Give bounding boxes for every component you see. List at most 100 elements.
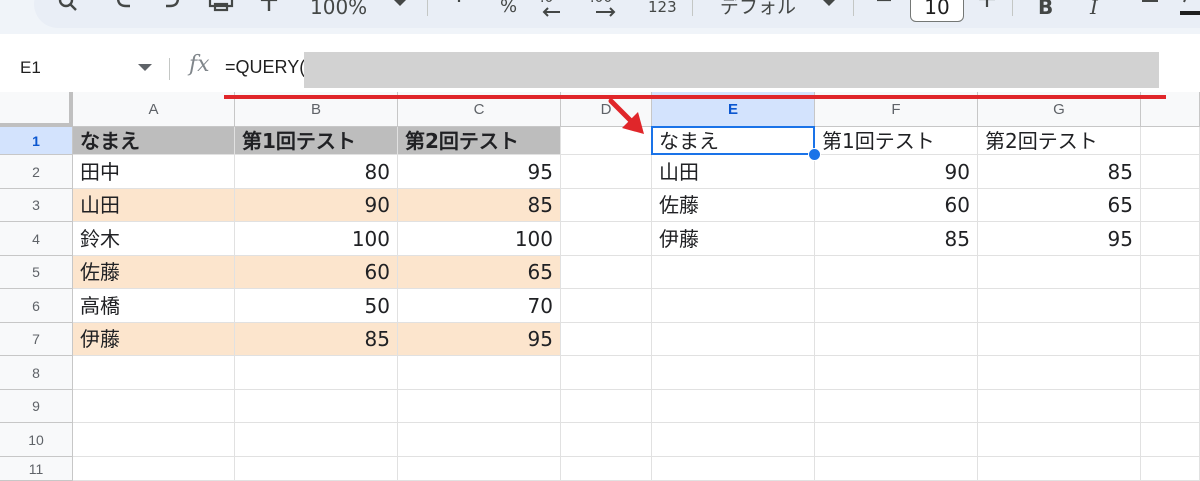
- source-cell[interactable]: 田中: [73, 155, 235, 189]
- cell[interactable]: [652, 390, 815, 423]
- cell[interactable]: [1141, 457, 1200, 481]
- cell[interactable]: [561, 423, 652, 457]
- cell[interactable]: [1141, 222, 1200, 256]
- zoom-select[interactable]: 100%: [310, 0, 367, 20]
- source-cell[interactable]: 100: [398, 222, 561, 256]
- result-cell[interactable]: 90: [815, 155, 978, 189]
- row-header[interactable]: 1: [0, 127, 73, 155]
- cell[interactable]: [73, 390, 235, 423]
- cell[interactable]: [1141, 127, 1200, 155]
- source-cell[interactable]: 佐藤: [73, 256, 235, 289]
- cell[interactable]: [1141, 390, 1200, 423]
- source-cell[interactable]: 高橋: [73, 289, 235, 323]
- column-header[interactable]: A: [73, 92, 235, 127]
- source-cell[interactable]: 伊藤: [73, 323, 235, 356]
- source-cell[interactable]: 60: [235, 256, 398, 289]
- source-cell[interactable]: 90: [235, 189, 398, 222]
- cell[interactable]: [652, 457, 815, 481]
- source-header-cell[interactable]: 第2回テスト: [398, 127, 561, 155]
- row-header[interactable]: 6: [0, 289, 73, 323]
- source-cell[interactable]: 70: [398, 289, 561, 323]
- source-header-cell[interactable]: なまえ: [73, 127, 235, 155]
- name-box[interactable]: E1: [20, 58, 41, 78]
- cell[interactable]: [1141, 256, 1200, 289]
- percent-button[interactable]: %: [500, 0, 517, 20]
- result-cell[interactable]: 95: [978, 222, 1141, 256]
- cell[interactable]: [815, 457, 978, 481]
- search-menus-icon[interactable]: [56, 0, 80, 20]
- source-header-cell[interactable]: 第1回テスト: [235, 127, 398, 155]
- result-cell[interactable]: 85: [978, 155, 1141, 189]
- cell[interactable]: [398, 423, 561, 457]
- source-cell[interactable]: 65: [398, 256, 561, 289]
- cell[interactable]: [73, 423, 235, 457]
- result-cell[interactable]: 65: [978, 189, 1141, 222]
- cell[interactable]: [652, 423, 815, 457]
- cell[interactable]: [978, 423, 1141, 457]
- decrease-decimal-icon[interactable]: .0: [540, 0, 570, 20]
- cell[interactable]: [978, 390, 1141, 423]
- name-box-dropdown-icon[interactable]: [138, 64, 152, 72]
- row-header[interactable]: 3: [0, 189, 73, 222]
- source-cell[interactable]: 95: [398, 155, 561, 189]
- cell[interactable]: [235, 423, 398, 457]
- result-header-cell[interactable]: 第1回テスト: [815, 127, 978, 155]
- result-cell[interactable]: 伊藤: [652, 222, 815, 256]
- italic-button[interactable]: I: [1090, 0, 1098, 20]
- cell[interactable]: [561, 323, 652, 356]
- zoom-chevron-icon[interactable]: [393, 0, 407, 20]
- fill-handle[interactable]: [808, 148, 821, 161]
- cell[interactable]: [561, 222, 652, 256]
- cell[interactable]: [1141, 323, 1200, 356]
- cell[interactable]: [978, 256, 1141, 289]
- cell[interactable]: [561, 189, 652, 222]
- source-cell[interactable]: 80: [235, 155, 398, 189]
- number-format-button[interactable]: 123: [648, 0, 677, 20]
- row-header[interactable]: 10: [0, 423, 73, 457]
- source-cell[interactable]: 85: [398, 189, 561, 222]
- cell[interactable]: [398, 390, 561, 423]
- source-cell[interactable]: 100: [235, 222, 398, 256]
- row-header[interactable]: 9: [0, 390, 73, 423]
- cell[interactable]: [561, 289, 652, 323]
- cell[interactable]: [978, 323, 1141, 356]
- text-color-icon[interactable]: [1180, 0, 1200, 20]
- increase-decimal-icon[interactable]: .00: [590, 0, 624, 20]
- cell[interactable]: [73, 457, 235, 481]
- font-chevron-icon[interactable]: [822, 0, 836, 20]
- cell[interactable]: [235, 457, 398, 481]
- cell[interactable]: [73, 356, 235, 390]
- cell[interactable]: [815, 423, 978, 457]
- cell[interactable]: [1141, 289, 1200, 323]
- select-all-corner[interactable]: [0, 92, 73, 127]
- cell[interactable]: [815, 390, 978, 423]
- cell[interactable]: [815, 256, 978, 289]
- row-header[interactable]: 11: [0, 457, 73, 481]
- result-cell[interactable]: 佐藤: [652, 189, 815, 222]
- source-cell[interactable]: 50: [235, 289, 398, 323]
- cell[interactable]: [652, 356, 815, 390]
- result-header-cell[interactable]: なまえ: [652, 127, 815, 155]
- undo-icon[interactable]: [112, 0, 136, 20]
- cell[interactable]: [652, 289, 815, 323]
- row-header[interactable]: 8: [0, 356, 73, 390]
- formula-input[interactable]: =QUERY(: [225, 57, 305, 78]
- result-header-cell[interactable]: 第2回テスト: [978, 127, 1141, 155]
- cell[interactable]: [235, 356, 398, 390]
- row-header[interactable]: 5: [0, 256, 73, 289]
- paint-format-icon[interactable]: [260, 0, 280, 20]
- cell[interactable]: [1141, 155, 1200, 189]
- cell[interactable]: [815, 289, 978, 323]
- bold-button[interactable]: B: [1038, 0, 1053, 20]
- font-size-increase-icon[interactable]: [978, 0, 996, 20]
- result-cell[interactable]: 60: [815, 189, 978, 222]
- cell[interactable]: [398, 356, 561, 390]
- currency-icon[interactable]: [452, 0, 466, 20]
- font-size-decrease-icon[interactable]: [876, 0, 892, 20]
- row-header[interactable]: 7: [0, 323, 73, 356]
- row-header[interactable]: 2: [0, 155, 73, 189]
- source-cell[interactable]: 山田: [73, 189, 235, 222]
- cell[interactable]: [978, 356, 1141, 390]
- cell[interactable]: [652, 323, 815, 356]
- font-family-select[interactable]: デフォルト...: [720, 0, 800, 20]
